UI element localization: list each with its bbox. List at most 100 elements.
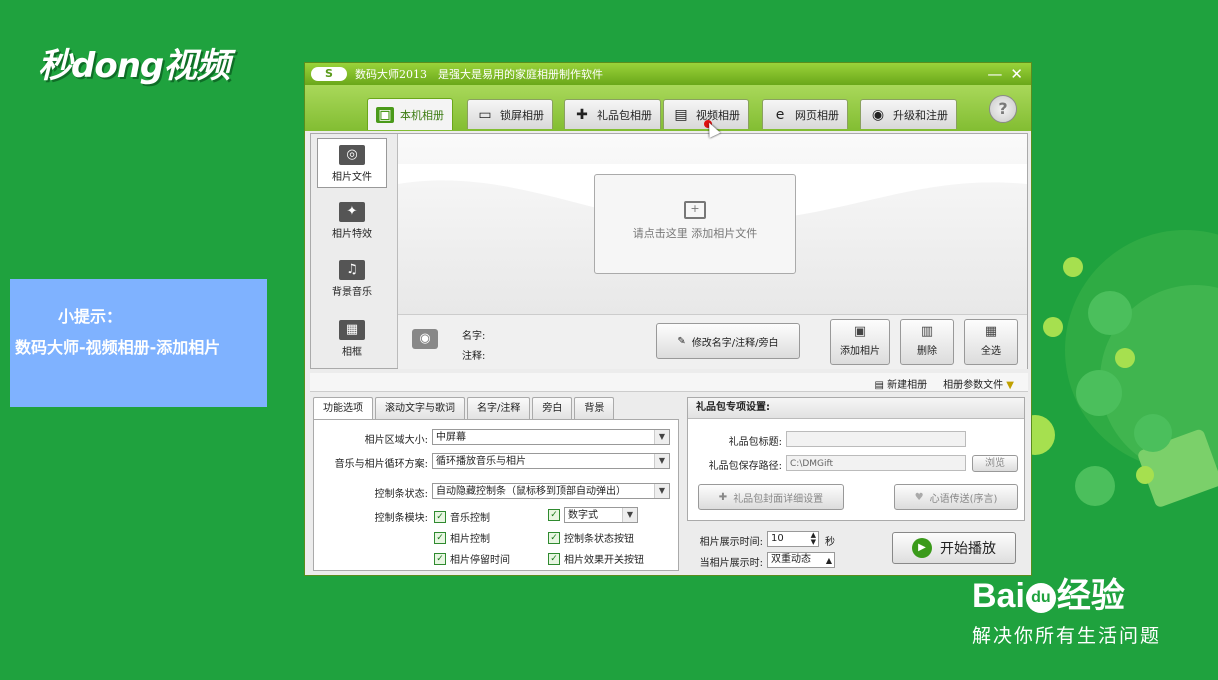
tab-label: 本机相册 bbox=[400, 108, 444, 122]
edit-label: 修改名字/注释/旁白 bbox=[691, 337, 779, 349]
film-icon: ▤ bbox=[674, 106, 688, 123]
title-bar: S 数码大师2013 是强大是易用的家庭相册制作软件 — ✕ bbox=[305, 63, 1031, 85]
app-window: S 数码大师2013 是强大是易用的家庭相册制作软件 — ✕ ▣ 本机相册 ▭ … bbox=[304, 62, 1032, 576]
stepper-arrows-icon: ▲ ▼ bbox=[810, 531, 816, 546]
minimize-button[interactable]: — bbox=[987, 65, 1002, 83]
monitor-icon: ▭ bbox=[478, 106, 492, 123]
add-image-icon: + bbox=[684, 201, 706, 219]
area-size-select[interactable]: 中屏幕 ▼ bbox=[432, 429, 670, 445]
album-params-dropdown[interactable]: 相册参数文件 ▼ bbox=[943, 376, 1014, 391]
app-logo-icon: S bbox=[311, 67, 347, 81]
photo-canvas[interactable]: + 请点击这里 添加相片文件 bbox=[398, 134, 1027, 314]
when-showing-select[interactable]: 双重动态 ▲ bbox=[767, 552, 835, 568]
control-state-value: 自动隐藏控制条（鼠标移到顶部自动弹出） bbox=[436, 486, 626, 497]
chevron-down-icon: ▼ bbox=[654, 484, 669, 498]
start-play-button[interactable]: ▶ 开始播放 bbox=[892, 532, 1016, 564]
show-time-value: 10 bbox=[771, 533, 784, 544]
when-showing-value: 双重动态 bbox=[771, 554, 811, 565]
photo-control-checkbox[interactable]: ✓ 相片控制 bbox=[434, 530, 490, 545]
nav-label: 相框 bbox=[342, 347, 362, 358]
subtab-function-options[interactable]: 功能选项 bbox=[313, 397, 373, 419]
camera-icon: ◉ bbox=[412, 329, 438, 349]
digital-style-select[interactable]: 数字式 ▼ bbox=[564, 507, 638, 523]
nav-photo-effects[interactable]: ✦ 相片特效 bbox=[317, 196, 387, 246]
checkmark-icon: ✓ bbox=[434, 531, 446, 544]
add-label: 添加相片 bbox=[840, 346, 880, 357]
nav-background-music[interactable]: ♫ 背景音乐 bbox=[317, 254, 387, 304]
photo-info-labels: 名字: 注释: bbox=[462, 327, 485, 367]
new-album-link[interactable]: ▤ 新建相册 bbox=[874, 376, 927, 391]
gift-path-label: 礼品包保存路径: bbox=[708, 461, 782, 472]
show-time-label: 相片展示时间: bbox=[699, 537, 763, 548]
chevron-up-icon: ▲ bbox=[825, 556, 832, 565]
video-site-logo: 秒dong视频 bbox=[38, 46, 230, 86]
seconds-unit: 秒 bbox=[825, 537, 835, 548]
heart-message-label: 心语传送(序言) bbox=[929, 493, 998, 505]
camera-icon: ◎ bbox=[339, 145, 365, 165]
gift-icon: ✚ bbox=[576, 106, 588, 123]
chevron-down-icon: ▼ bbox=[654, 430, 669, 444]
select-all-label: 全选 bbox=[981, 346, 1001, 357]
options-panel: 功能选项 滚动文字与歌词 名字/注释 旁白 背景 相片区域大小: 中屏幕 ▼ 音乐… bbox=[313, 397, 679, 571]
edit-icon: ✎ bbox=[677, 335, 686, 347]
gift-title-input[interactable] bbox=[786, 431, 966, 447]
add-photo-area[interactable]: + 请点击这里 添加相片文件 bbox=[594, 174, 796, 274]
checkbox-label: 相片效果开关按钮 bbox=[564, 555, 644, 566]
subtab-scrolling-lyrics[interactable]: 滚动文字与歌词 bbox=[375, 397, 465, 419]
checkbox-label: 控制条状态按钮 bbox=[564, 534, 634, 545]
delete-button[interactable]: ▥ 删除 bbox=[900, 319, 954, 365]
checkbox-label: 音乐控制 bbox=[450, 513, 490, 524]
effect-toggle-checkbox[interactable]: ✓ 相片效果开关按钮 bbox=[548, 551, 644, 566]
main-tabbar: ▣ 本机相册 ▭ 锁屏相册 ✚ 礼品包相册 ▤ 视频相册 e 网页相册 ◉ 升级… bbox=[305, 85, 1031, 131]
nav-photo-files[interactable]: ◎ 相片文件 bbox=[317, 138, 387, 188]
checkmark-icon: ✓ bbox=[548, 509, 560, 521]
baidu-jingyan-logo: Bai du 经验 解决你所有生活问题 bbox=[972, 568, 1161, 648]
photo-workarea: ◎ 相片文件 ✦ 相片特效 ♫ 背景音乐 ▦ 相框 + 请点击这里 添加相片文件… bbox=[310, 133, 1028, 369]
control-state-button-checkbox[interactable]: ✓ 控制条状态按钮 bbox=[548, 530, 634, 545]
gift-settings-box: 礼品包专项设置: 礼品包标题: 礼品包保存路径: C:\DMGift 浏览 ✚ 礼… bbox=[687, 397, 1025, 521]
subtab-name-note[interactable]: 名字/注释 bbox=[467, 397, 531, 419]
close-button[interactable]: ✕ bbox=[1010, 65, 1023, 83]
control-state-select[interactable]: 自动隐藏控制条（鼠标移到顶部自动弹出） ▼ bbox=[432, 483, 670, 499]
chevron-down-icon: ▼ bbox=[622, 508, 637, 522]
tab-local-album[interactable]: ▣ 本机相册 bbox=[367, 98, 453, 130]
music-control-checkbox[interactable]: ✓ 音乐控制 bbox=[434, 509, 490, 524]
gift-path-input[interactable]: C:\DMGift bbox=[786, 455, 966, 471]
options-subtabs: 功能选项 滚动文字与歌词 名字/注释 旁白 背景 bbox=[313, 397, 679, 419]
browse-button[interactable]: 浏览 bbox=[972, 455, 1018, 472]
tab-gift-album[interactable]: ✚ 礼品包相册 bbox=[564, 99, 661, 129]
add-photo-button[interactable]: ▣ 添加相片 bbox=[830, 319, 890, 365]
tab-lockscreen-album[interactable]: ▭ 锁屏相册 bbox=[467, 99, 553, 129]
tab-upgrade-register[interactable]: ◉ 升级和注册 bbox=[860, 99, 957, 129]
nav-photo-frame[interactable]: ▦ 相框 bbox=[317, 314, 387, 364]
gift-cover-label: 礼品包封面详细设置 bbox=[733, 493, 824, 505]
play-icon: ▶ bbox=[912, 538, 932, 558]
note-label: 注释: bbox=[462, 351, 486, 362]
add-image-icon: ▣ bbox=[853, 324, 867, 339]
edit-name-note-button[interactable]: ✎ 修改名字/注释/旁白 bbox=[656, 323, 800, 359]
tip-title: 小提示： bbox=[58, 307, 123, 326]
subtab-narration[interactable]: 旁白 bbox=[532, 397, 573, 419]
checkmark-icon: ✓ bbox=[548, 531, 560, 544]
loop-scheme-select[interactable]: 循环播放音乐与相片 ▼ bbox=[432, 453, 670, 469]
select-all-button[interactable]: ▦ 全选 bbox=[964, 319, 1018, 365]
tab-label: 礼品包相册 bbox=[597, 108, 652, 122]
nav-label: 相片文件 bbox=[332, 172, 372, 183]
digital-style-value: 数字式 bbox=[568, 510, 598, 521]
checkbox-label: 相片控制 bbox=[450, 534, 490, 545]
photo-duration-checkbox[interactable]: ✓ 相片停留时间 bbox=[434, 551, 510, 566]
digital-checkbox[interactable]: ✓ bbox=[548, 509, 560, 521]
help-button[interactable]: ? bbox=[989, 95, 1017, 123]
checkbox-label: 相片停留时间 bbox=[450, 555, 510, 566]
heart-message-button[interactable]: ♥ 心语传送(序言) bbox=[894, 484, 1018, 510]
area-size-label: 相片区域大小: bbox=[364, 435, 428, 446]
subtab-background[interactable]: 背景 bbox=[574, 397, 615, 419]
loop-scheme-value: 循环播放音乐与相片 bbox=[436, 456, 526, 467]
baidu-slogan: 解决你所有生活问题 bbox=[972, 625, 1162, 647]
add-photo-hint: 请点击这里 添加相片文件 bbox=[632, 227, 758, 240]
show-time-stepper[interactable]: 10 ▲ ▼ bbox=[767, 531, 819, 547]
tab-web-album[interactable]: e 网页相册 bbox=[762, 99, 848, 129]
ie-icon: e bbox=[775, 106, 785, 123]
music-note-icon: ♫ bbox=[339, 260, 365, 280]
gift-cover-settings-button[interactable]: ✚ 礼品包封面详细设置 bbox=[698, 484, 844, 510]
